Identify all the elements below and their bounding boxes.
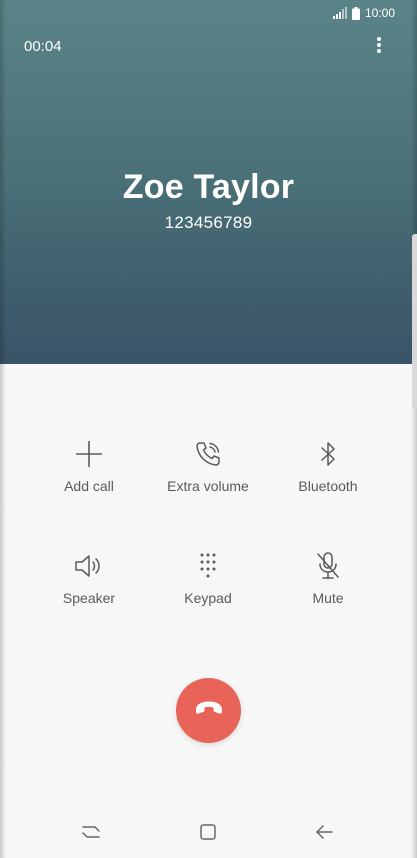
home-button[interactable] bbox=[196, 822, 220, 846]
more-vertical-icon bbox=[376, 36, 382, 59]
contact-name: Zoe Taylor bbox=[122, 168, 295, 206]
mute-label: Mute bbox=[312, 590, 344, 606]
call-timer: 00:04 bbox=[24, 38, 62, 55]
back-icon bbox=[314, 824, 334, 845]
keypad-icon bbox=[193, 551, 223, 586]
navigation-bar bbox=[0, 810, 417, 858]
speaker-icon bbox=[73, 551, 105, 586]
bluetooth-icon bbox=[313, 439, 343, 474]
extra-volume-label: Extra volume bbox=[167, 478, 249, 494]
battery-icon bbox=[351, 6, 360, 20]
speaker-button[interactable]: Speaker bbox=[29, 548, 149, 606]
status-bar: 10:00 bbox=[332, 6, 395, 20]
bluetooth-button[interactable]: Bluetooth bbox=[268, 436, 388, 494]
keypad-label: Keypad bbox=[184, 590, 232, 606]
call-screen: 10:00 00:04 Zoe Taylor 123456789 Add cal… bbox=[0, 0, 417, 858]
add-call-label: Add call bbox=[64, 478, 114, 494]
extra-volume-button[interactable]: Extra volume bbox=[148, 436, 268, 494]
add-call-button[interactable]: Add call bbox=[29, 436, 149, 494]
recent-apps-icon bbox=[81, 824, 101, 845]
edge-panel-handle[interactable] bbox=[412, 234, 417, 408]
microphone-off-icon bbox=[313, 550, 343, 587]
recent-apps-button[interactable] bbox=[79, 822, 103, 846]
speaker-label: Speaker bbox=[62, 590, 116, 606]
phone-hangup-icon bbox=[194, 700, 224, 721]
call-header: 10:00 00:04 Zoe Taylor 123456789 bbox=[0, 0, 417, 364]
back-button[interactable] bbox=[312, 822, 336, 846]
keypad-button[interactable]: Keypad bbox=[148, 548, 268, 606]
signal-icon bbox=[332, 7, 347, 19]
plus-icon bbox=[74, 439, 104, 474]
more-options-button[interactable] bbox=[369, 36, 389, 59]
status-time: 10:00 bbox=[364, 6, 395, 20]
contact-number: 123456789 bbox=[164, 213, 253, 232]
bluetooth-label: Bluetooth bbox=[298, 478, 358, 494]
home-icon bbox=[198, 822, 218, 847]
end-call-button[interactable] bbox=[176, 678, 241, 743]
phone-volume-icon bbox=[193, 439, 223, 474]
mute-button[interactable]: Mute bbox=[268, 548, 388, 606]
